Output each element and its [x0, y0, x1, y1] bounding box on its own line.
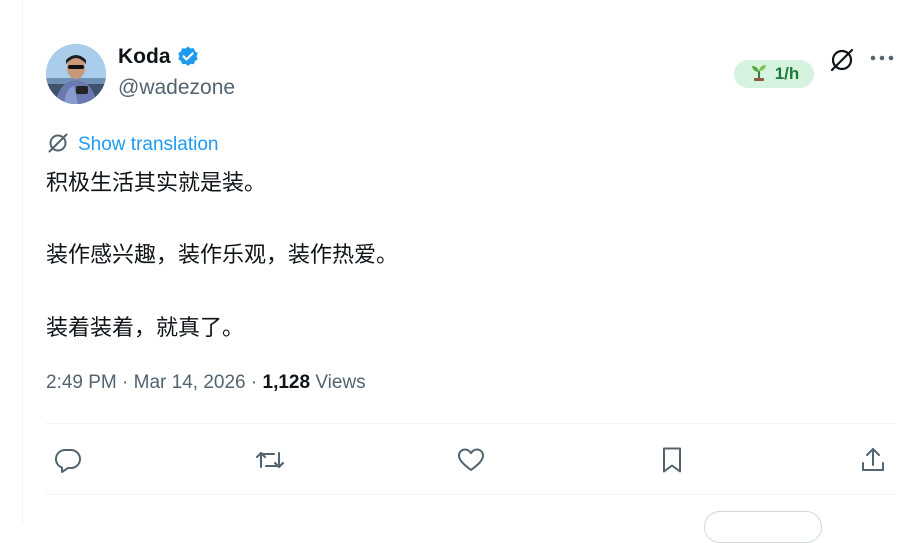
tweet-date[interactable]: Mar 14, 2026 — [134, 372, 246, 393]
retweet-button[interactable] — [252, 442, 288, 478]
bookmark-button[interactable] — [654, 442, 690, 478]
more-icon[interactable] — [868, 50, 896, 69]
sprout-icon — [749, 62, 769, 86]
author-name[interactable]: Koda — [118, 45, 171, 69]
show-translation[interactable]: Show translation — [46, 131, 218, 159]
tweet-text-line-3: 装着装着，就真了。 — [46, 316, 245, 341]
divider-bottom — [46, 494, 895, 495]
badge-label: 1/h — [774, 64, 800, 83]
translate-small-icon — [46, 131, 70, 159]
avatar-photo — [46, 44, 106, 104]
like-icon — [458, 448, 484, 471]
translate-icon[interactable] — [828, 46, 856, 78]
meta-separator: · — [122, 372, 129, 393]
reply-sort-chip[interactable] — [704, 511, 822, 543]
share-button[interactable] — [855, 442, 891, 478]
tweet-meta: 2:49 PM · Mar 14, 2026 · 1,128 Views — [46, 372, 366, 394]
rate-badge[interactable]: 1/h — [734, 60, 814, 88]
timeline-border — [22, 0, 23, 525]
views-label: Views — [315, 372, 366, 393]
meta-separator: · — [250, 372, 258, 393]
author-name-row[interactable]: Koda — [118, 45, 200, 69]
views-count: 1,128 — [262, 372, 311, 393]
share-icon — [862, 448, 884, 471]
tweet-text-line-2: 装作感兴趣，装作乐观，装作热爱。 — [46, 243, 399, 268]
reply-button[interactable] — [50, 442, 86, 478]
retweet-icon — [255, 451, 285, 469]
avatar[interactable] — [46, 44, 106, 104]
reply-icon — [54, 448, 81, 473]
author-handle[interactable]: @wadezone — [118, 76, 235, 100]
show-translation-link[interactable]: Show translation — [78, 134, 218, 156]
like-button[interactable] — [453, 442, 489, 478]
verified-icon[interactable] — [176, 45, 200, 69]
divider-top — [46, 423, 895, 424]
bookmark-icon — [663, 447, 681, 473]
tweet-text-line-1: 积极生活其实就是装。 — [46, 171, 267, 196]
tweet-time[interactable]: 2:49 PM — [46, 372, 117, 393]
